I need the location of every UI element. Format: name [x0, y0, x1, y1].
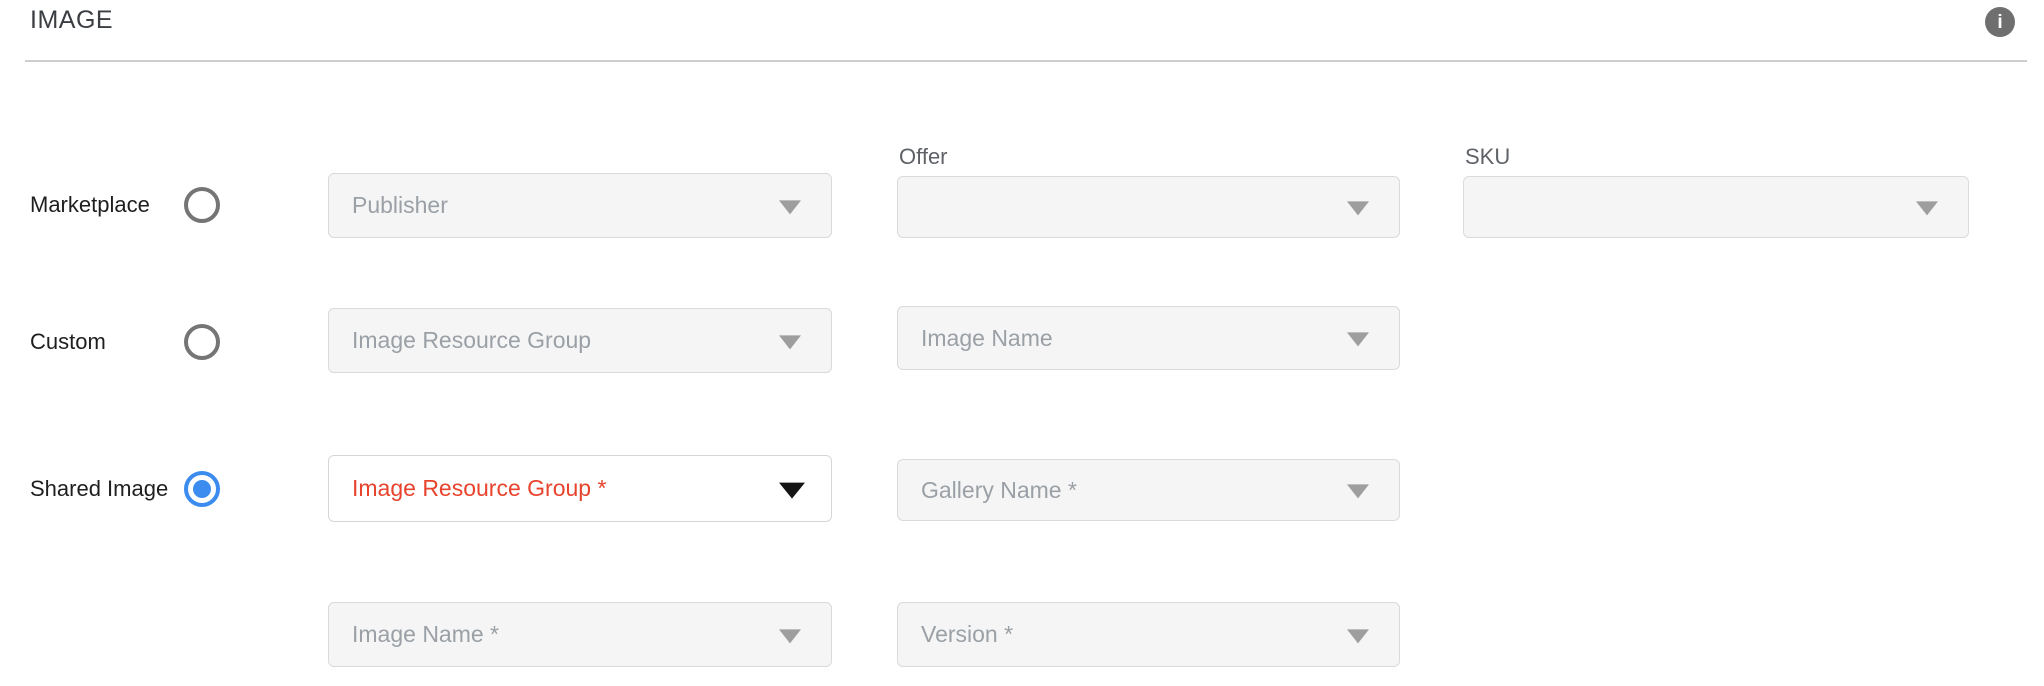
publisher-dropdown[interactable]: Publisher	[328, 173, 832, 238]
publisher-placeholder: Publisher	[352, 192, 448, 219]
custom-image-name-placeholder: Image Name	[921, 325, 1053, 352]
custom-image-name-dropdown[interactable]: Image Name	[897, 306, 1400, 370]
chevron-down-icon	[1347, 201, 1369, 215]
shared-image-resource-group-dropdown[interactable]: Image Resource Group *	[328, 455, 832, 522]
option-label-shared-image: Shared Image	[30, 476, 168, 502]
radio-marketplace[interactable]	[184, 187, 220, 223]
chevron-down-icon	[1347, 332, 1369, 346]
radio-shared-image[interactable]	[184, 471, 220, 507]
version-placeholder: Version *	[921, 621, 1013, 648]
chevron-down-icon	[1916, 201, 1938, 215]
shared-image-resource-group-placeholder: Image Resource Group *	[352, 475, 606, 502]
custom-image-resource-group-dropdown[interactable]: Image Resource Group	[328, 308, 832, 373]
section-divider	[25, 60, 2027, 62]
offer-label: Offer	[899, 144, 948, 170]
image-section: IMAGE i Marketplace Custom Shared Image …	[0, 0, 2044, 686]
shared-image-name-dropdown[interactable]: Image Name *	[328, 602, 832, 667]
chevron-down-icon	[1347, 484, 1369, 498]
info-icon: i	[1997, 13, 2002, 32]
version-dropdown[interactable]: Version *	[897, 602, 1400, 667]
chevron-down-icon	[779, 200, 801, 214]
option-label-marketplace: Marketplace	[30, 192, 150, 218]
page-title: IMAGE	[30, 6, 113, 35]
chevron-down-icon	[779, 629, 801, 643]
chevron-down-icon	[1347, 629, 1369, 643]
option-label-custom: Custom	[30, 329, 106, 355]
chevron-down-icon	[779, 335, 801, 349]
gallery-name-dropdown[interactable]: Gallery Name *	[897, 459, 1400, 521]
info-button[interactable]: i	[1985, 7, 2015, 37]
custom-image-resource-group-placeholder: Image Resource Group	[352, 327, 591, 354]
chevron-down-icon	[779, 482, 805, 498]
sku-label: SKU	[1465, 144, 1510, 170]
shared-image-name-placeholder: Image Name *	[352, 621, 499, 648]
sku-dropdown[interactable]	[1463, 176, 1969, 238]
offer-dropdown[interactable]	[897, 176, 1400, 238]
radio-custom[interactable]	[184, 324, 220, 360]
gallery-name-placeholder: Gallery Name *	[921, 477, 1077, 504]
